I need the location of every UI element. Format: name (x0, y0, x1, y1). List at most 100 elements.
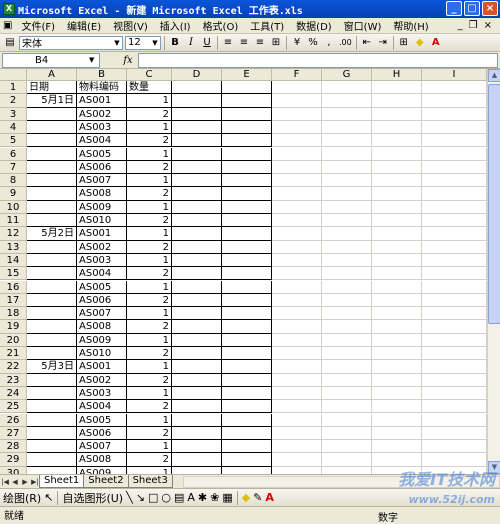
row-header[interactable]: 30 (0, 466, 27, 474)
clipart-icon[interactable]: ❀ (210, 491, 219, 504)
cell-empty[interactable] (172, 227, 222, 241)
menu-insert[interactable]: 插入(I) (154, 18, 197, 33)
cell-c[interactable]: 2 (127, 347, 172, 361)
cell-c[interactable]: 2 (127, 293, 172, 308)
tab-sheet3[interactable]: Sheet3 (127, 475, 173, 488)
merge-center-icon[interactable]: ⊞ (269, 36, 283, 50)
cell-empty[interactable] (372, 227, 422, 241)
cell-b[interactable]: AS007 (77, 174, 127, 188)
row-header[interactable]: 4 (0, 120, 27, 135)
row-header[interactable]: 6 (0, 147, 27, 161)
cell-empty[interactable] (272, 214, 322, 228)
cell-empty[interactable] (172, 347, 222, 361)
oval-icon[interactable]: ○ (161, 491, 171, 504)
row-header[interactable]: 29 (0, 453, 27, 467)
cell-c[interactable]: 数量 (127, 81, 172, 95)
cell-b[interactable]: AS008 (77, 187, 127, 201)
menu-help[interactable]: 帮助(H) (387, 18, 434, 33)
cell-c[interactable]: 2 (127, 240, 172, 254)
cell-empty[interactable] (372, 81, 422, 95)
excel-doc-icon[interactable]: ▣ (0, 20, 15, 31)
cell-a[interactable] (27, 466, 77, 474)
cell-b[interactable]: AS001 (77, 360, 127, 374)
cell-empty[interactable] (372, 386, 422, 401)
cell-empty[interactable] (222, 320, 272, 334)
menu-window[interactable]: 窗口(W) (338, 18, 388, 33)
line-icon[interactable]: ╲ (126, 491, 133, 504)
cell-empty[interactable] (172, 160, 222, 175)
prev-sheet-icon[interactable]: ◀ (10, 478, 20, 486)
cell-a[interactable] (27, 293, 77, 308)
cell-empty[interactable] (222, 214, 272, 228)
cell-empty[interactable] (222, 400, 272, 414)
cell-empty[interactable] (272, 426, 322, 441)
cell-empty[interactable] (372, 400, 422, 414)
cell-empty[interactable] (222, 386, 272, 401)
cell-empty[interactable] (322, 81, 372, 95)
row-header[interactable]: 2 (0, 94, 27, 108)
cell-empty[interactable] (322, 160, 372, 175)
cell-empty[interactable] (172, 107, 222, 121)
cell-empty[interactable] (172, 280, 222, 294)
cell-a[interactable] (27, 373, 77, 387)
column-header-d[interactable]: D (172, 69, 222, 81)
cell-c[interactable]: 1 (127, 227, 172, 241)
cell-empty[interactable] (222, 253, 272, 268)
cell-empty[interactable] (222, 227, 272, 241)
align-left-icon[interactable]: ≡ (221, 36, 235, 50)
cell-empty[interactable] (422, 147, 487, 161)
cell-empty[interactable] (372, 253, 422, 268)
cell-empty[interactable] (422, 360, 487, 374)
cell-empty[interactable] (422, 214, 487, 228)
fx-icon[interactable]: fx (118, 55, 138, 66)
select-all-corner[interactable] (0, 69, 27, 81)
save-icon[interactable]: ▤ (3, 36, 17, 50)
cell-empty[interactable] (172, 333, 222, 347)
vertical-scrollbar[interactable]: ▲ ▼ (487, 69, 500, 474)
cell-a[interactable] (27, 413, 77, 427)
cell-c[interactable]: 1 (127, 386, 172, 401)
cell-empty[interactable] (322, 227, 372, 241)
row-header[interactable]: 21 (0, 347, 27, 361)
cell-empty[interactable] (322, 426, 372, 441)
cell-empty[interactable] (422, 386, 487, 401)
cell-empty[interactable] (222, 240, 272, 254)
cell-empty[interactable] (422, 347, 487, 361)
row-header[interactable]: 12 (0, 227, 27, 241)
cell-c[interactable]: 2 (127, 187, 172, 201)
menu-data[interactable]: 数据(D) (290, 18, 338, 33)
cell-empty[interactable] (322, 214, 372, 228)
row-header[interactable]: 11 (0, 214, 27, 228)
cell-b[interactable]: AS009 (77, 333, 127, 347)
next-sheet-icon[interactable]: ▶ (20, 478, 30, 486)
cell-b[interactable]: AS007 (77, 440, 127, 454)
cell-empty[interactable] (372, 453, 422, 467)
cell-empty[interactable] (222, 347, 272, 361)
cell-b[interactable]: 物料编码 (77, 81, 127, 95)
cell-a[interactable]: 5月1日 (27, 94, 77, 108)
cell-empty[interactable] (272, 253, 322, 268)
cell-empty[interactable] (372, 413, 422, 427)
cell-empty[interactable] (422, 373, 487, 387)
cell-empty[interactable] (372, 373, 422, 387)
underline-button[interactable]: U (200, 36, 214, 50)
cell-b[interactable]: AS006 (77, 160, 127, 175)
tab-sheet1[interactable]: Sheet1 (39, 475, 85, 488)
cell-empty[interactable] (172, 200, 222, 214)
cell-b[interactable]: AS004 (77, 267, 127, 281)
cell-a[interactable] (27, 347, 77, 361)
cell-empty[interactable] (372, 240, 422, 254)
row-header[interactable]: 8 (0, 174, 27, 188)
cell-b[interactable]: AS009 (77, 466, 127, 474)
cell-empty[interactable] (172, 386, 222, 401)
cell-a[interactable] (27, 400, 77, 414)
cell-b[interactable]: AS001 (77, 227, 127, 241)
percent-button[interactable]: % (306, 36, 320, 50)
cell-a[interactable] (27, 320, 77, 334)
cell-c[interactable]: 2 (127, 426, 172, 441)
wordart-icon[interactable]: A (187, 491, 195, 504)
cell-a[interactable] (27, 160, 77, 175)
cell-empty[interactable] (222, 360, 272, 374)
cell-empty[interactable] (372, 267, 422, 281)
cell-c[interactable]: 1 (127, 253, 172, 268)
